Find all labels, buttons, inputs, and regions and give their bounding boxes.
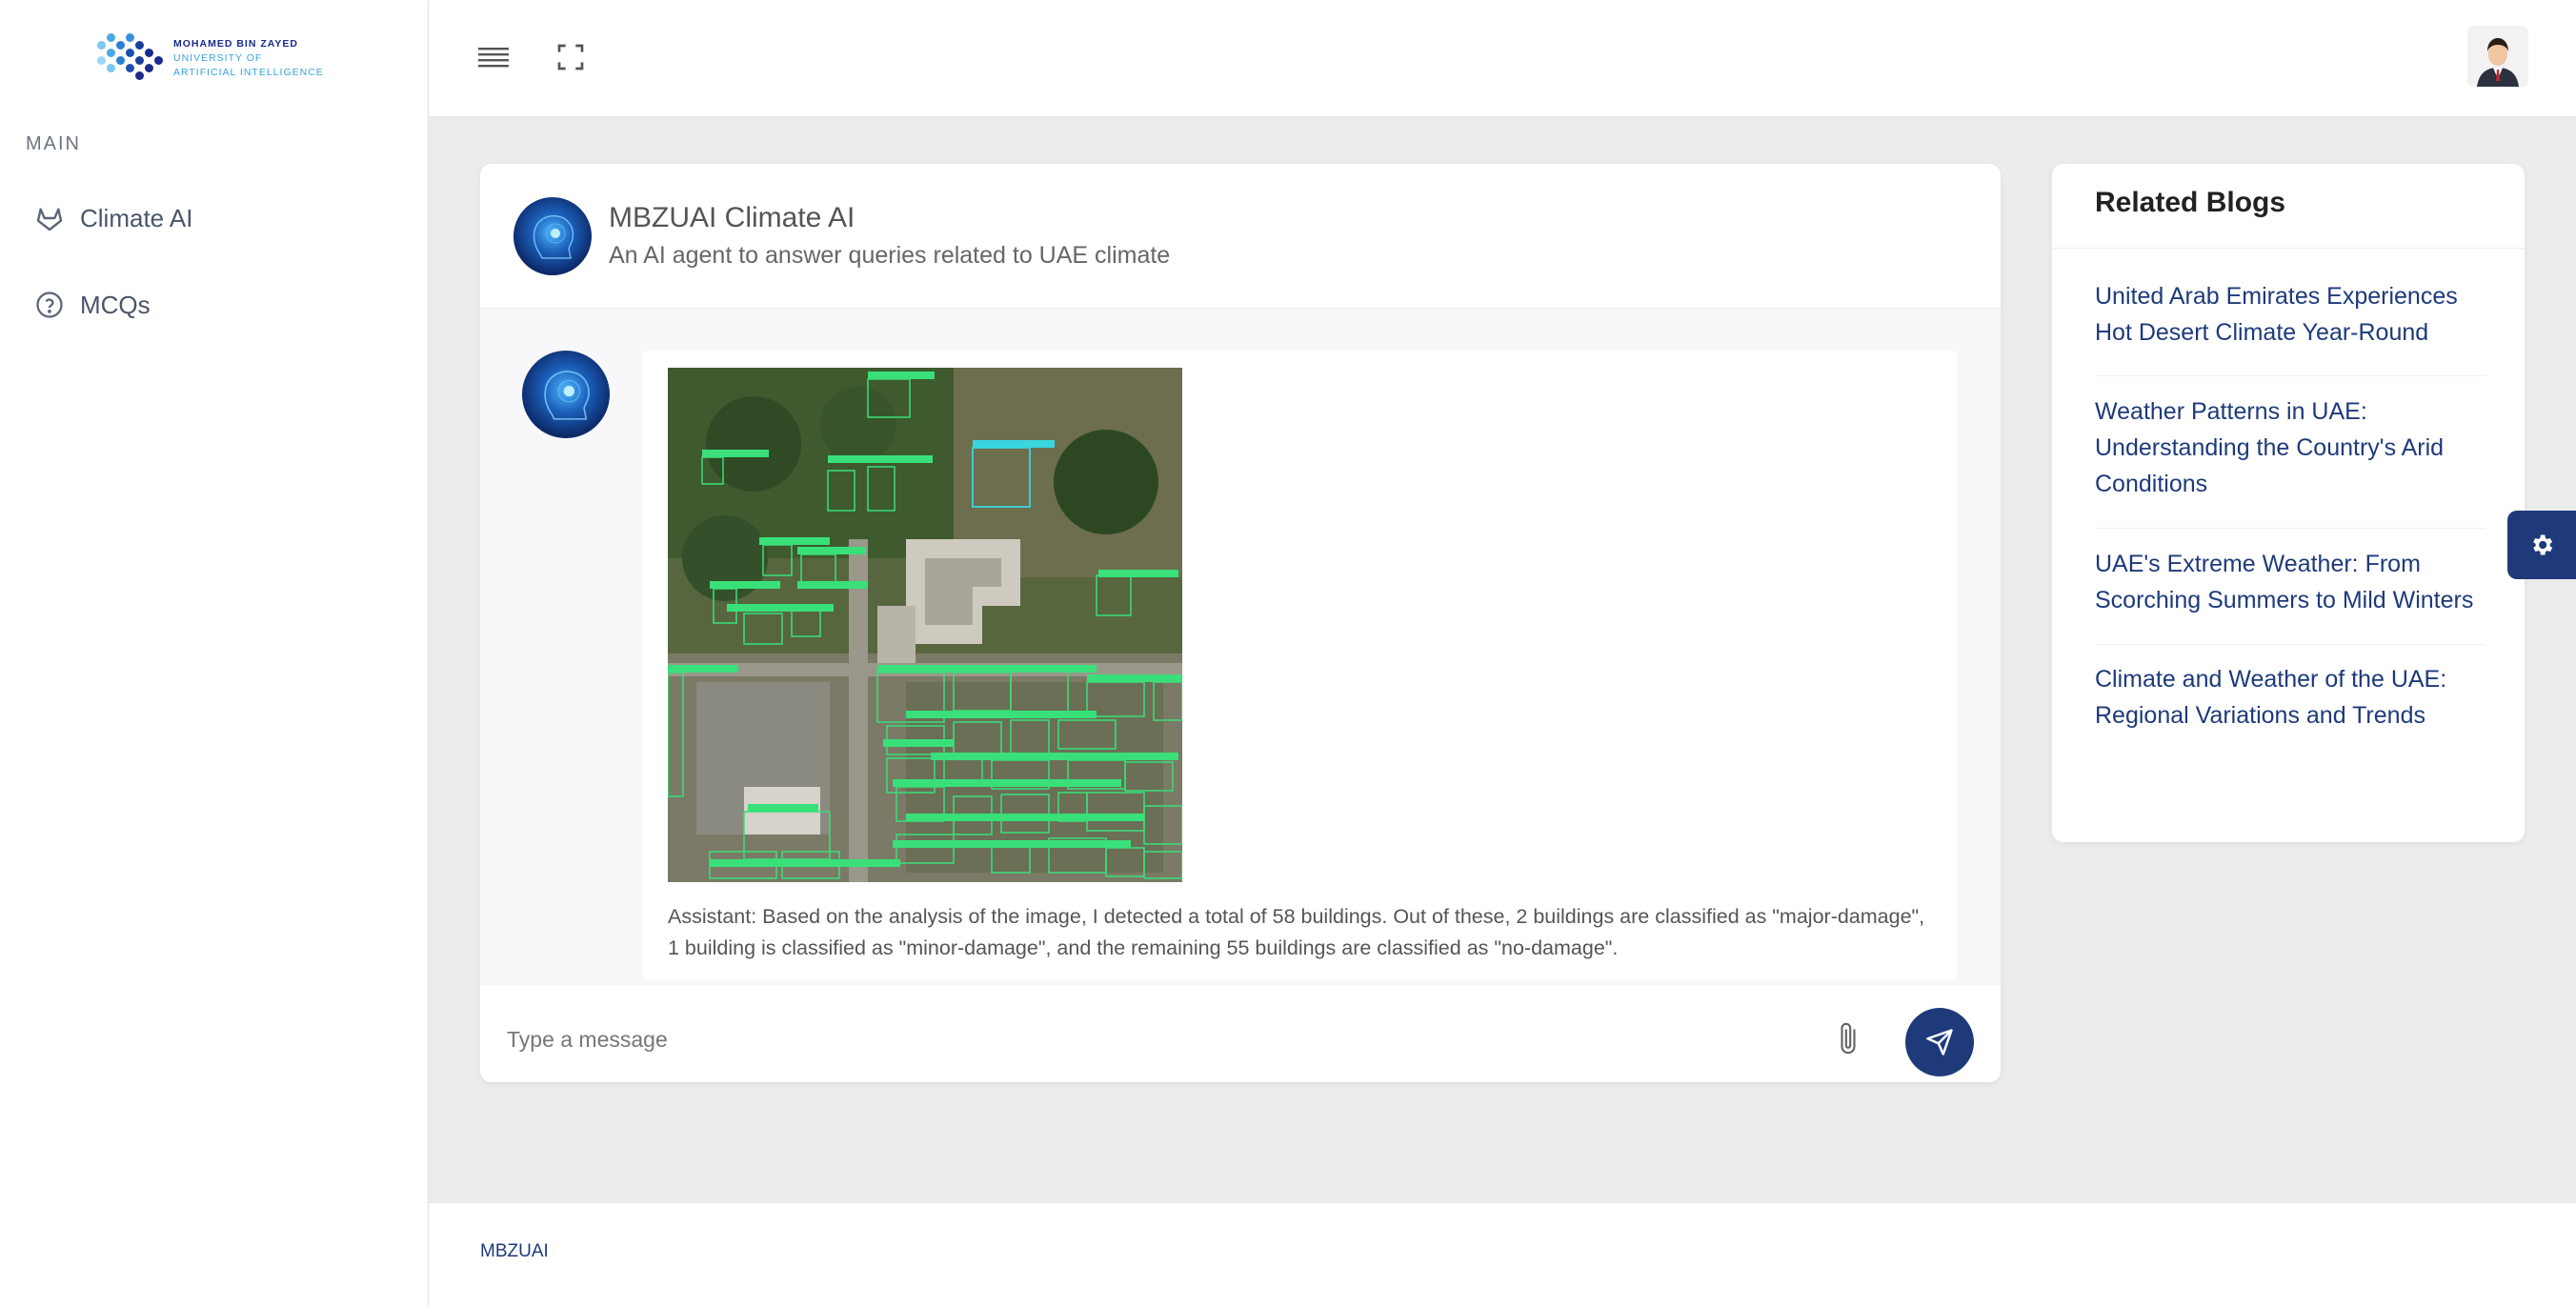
blog-link-4[interactable]: Climate and Weather of the UAE: Regional…: [2095, 661, 2495, 734]
message-composer: [480, 995, 2001, 1082]
send-icon: [1926, 1029, 1953, 1056]
fullscreen-icon[interactable]: [550, 36, 592, 78]
mbzuai-logo[interactable]: MOHAMED BIN ZAYED UNIVERSITY OF ARTIFICI…: [93, 25, 341, 91]
gitlab-fox-icon: [29, 197, 70, 239]
divider: [2052, 248, 2525, 249]
chat-subtitle: An AI agent to answer queries related to…: [609, 242, 1171, 269]
paperclip-icon[interactable]: [1829, 1019, 1867, 1057]
blog-link-2[interactable]: Weather Patterns in UAE: Understanding t…: [2095, 393, 2495, 502]
divider: [2095, 375, 2485, 376]
logo-line-1: MOHAMED BIN ZAYED: [173, 37, 298, 50]
divider: [2095, 644, 2485, 645]
chat-panel: MBZUAI Climate AI An AI agent to answer …: [480, 164, 2001, 1082]
sidebar-section-main: MAIN: [26, 133, 81, 154]
ai-head-avatar-icon: [513, 197, 592, 275]
sidebar-item-label: MCQs: [80, 290, 151, 319]
logo-mark-icon: [93, 28, 166, 89]
logo-line-2: UNIVERSITY OF: [173, 51, 263, 64]
logo-line-3: ARTIFICIAL INTELLIGENCE: [173, 66, 324, 78]
ai-head-avatar-icon: [522, 351, 610, 438]
chat-header: MBZUAI Climate AI An AI agent to answer …: [480, 164, 2001, 309]
sidebar-item-mcqs[interactable]: MCQs: [29, 281, 151, 329]
blog-link-3[interactable]: UAE's Extreme Weather: From Scorching Su…: [2095, 546, 2495, 618]
detection-image[interactable]: [668, 368, 1182, 882]
related-blogs-title: Related Blogs: [2095, 187, 2286, 218]
sidebar: MOHAMED BIN ZAYED UNIVERSITY OF ARTIFICI…: [0, 0, 429, 1307]
assistant-avatar: [522, 351, 610, 438]
footer-text: MBZUAI: [480, 1241, 549, 1261]
assistant-message-text: Assistant: Based on the analysis of the …: [668, 905, 1925, 959]
assistant-message: Assistant: Based on the analysis of the …: [642, 351, 1957, 979]
related-blogs-panel: Related Blogs United Arab Emirates Exper…: [2052, 164, 2525, 842]
question-circle-icon: [29, 284, 70, 326]
logo-text: MOHAMED BIN ZAYED UNIVERSITY OF ARTIFICI…: [173, 37, 324, 80]
blog-link-1[interactable]: United Arab Emirates Experiences Hot Des…: [2095, 278, 2495, 351]
sidebar-item-climate-ai[interactable]: Climate AI: [29, 194, 193, 242]
sidebar-item-label: Climate AI: [80, 203, 193, 232]
divider: [2095, 528, 2485, 529]
send-button[interactable]: [1905, 1008, 1974, 1076]
topbar: [429, 0, 2576, 116]
chat-messages[interactable]: Assistant: Based on the analysis of the …: [480, 309, 2001, 985]
user-avatar[interactable]: [2467, 26, 2528, 87]
footer: MBZUAI: [429, 1202, 2576, 1307]
settings-button[interactable]: [2507, 511, 2576, 579]
gear-icon: [2533, 534, 2553, 555]
chat-title: MBZUAI Climate AI: [609, 202, 855, 233]
hamburger-icon[interactable]: [473, 36, 514, 78]
message-input[interactable]: [507, 1017, 1821, 1061]
